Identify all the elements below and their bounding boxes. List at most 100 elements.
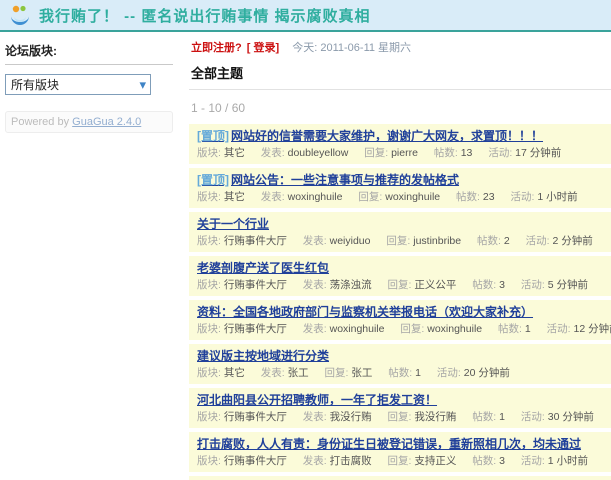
today-date: 今天: 2011-06-11 星期六	[292, 42, 411, 54]
topic-title-link[interactable]: 资料：全国各地政府部门与监察机关举报电话（欢迎大家补充）	[197, 305, 611, 319]
page-body: 论坛版块: 所有版块 ▾ Powered by GuaGua 2.4.0 立即注…	[0, 32, 611, 478]
topic-title-text: 网站好的信誉需要大家维护，谢谢广大网友，求置顶！！！	[231, 129, 543, 143]
sidebar: 论坛版块: 所有版块 ▾ Powered by GuaGua 2.4.0	[0, 32, 185, 478]
posts-label: 帖数:	[472, 455, 496, 467]
posts-label: 帖数:	[472, 411, 496, 423]
author-value: 打击腐败	[330, 455, 372, 467]
reply-value: 支持正义	[414, 455, 456, 467]
topic-title-text: 资料：全国各地政府部门与监察机关举报电话（欢迎大家补充）	[197, 305, 533, 319]
forum-select[interactable]: 所有版块 ▾	[5, 74, 151, 95]
activity-value: 5 分钟前	[548, 279, 588, 291]
reply-value: woxinghuile	[385, 191, 440, 203]
reply-label: 回复:	[388, 411, 412, 423]
activity-label: 活动:	[521, 411, 545, 423]
topic-row: 资料：全国各地政府部门与监察机关举报电话（欢迎大家补充） 版块: 行贿事件大厅 …	[189, 300, 611, 340]
reply-label: 回复:	[388, 279, 412, 291]
pagination: 1 - 10 / 60	[191, 101, 611, 115]
activity-value: 20 分钟前	[464, 367, 510, 379]
topic-title-link[interactable]: 河北曲阳县公开招聘教师，一年了拒发工资！	[197, 393, 611, 407]
reply-value: 我没行贿	[414, 411, 456, 423]
topic-row: 老婆剖腹产送了医生红包 版块: 行贿事件大厅 发表: 荡涤浊流 回复: 正义公平…	[189, 256, 611, 296]
reply-value: 正义公平	[414, 279, 456, 291]
forum-select-value: 所有版块	[11, 76, 59, 93]
activity-label: 活动:	[547, 323, 571, 335]
activity-value: 2 分钟前	[552, 235, 592, 247]
author-value: 荡涤浊流	[330, 279, 372, 291]
posts-label: 帖数:	[472, 279, 496, 291]
forum-section-title: 论坛版块:	[5, 42, 173, 65]
board-value: 其它	[224, 191, 245, 203]
topic-meta: 版块: 行贿事件大厅 发表: 打击腐败 回复: 支持正义 帖数: 3 活动: 1…	[197, 455, 611, 467]
reply-value: justinbribe	[413, 235, 461, 247]
activity-label: 活动:	[521, 455, 545, 467]
activity-value: 1 小时前	[537, 191, 577, 203]
topic-row: 建议版主按地域进行分类 版块: 其它 发表: 张工 回复: 张工 帖数: 1 活…	[189, 344, 611, 384]
board-label: 版块:	[197, 323, 221, 335]
author-value: 张工	[288, 367, 309, 379]
reply-value: pierre	[391, 147, 418, 159]
board-value: 其它	[224, 147, 245, 159]
pinned-badge: [置顶]	[197, 173, 229, 187]
board-label: 版块:	[197, 411, 221, 423]
posts-label: 帖数:	[456, 191, 480, 203]
reply-label: 回复:	[386, 235, 410, 247]
posts-label: 帖数:	[477, 235, 501, 247]
topic-title-link[interactable]: 建议版主按地域进行分类	[197, 349, 611, 363]
posts-value: 2	[504, 235, 510, 247]
topbar: 立即注册? [ 登录] 今天: 2011-06-11 星期六	[189, 36, 611, 61]
topic-meta: 版块: 行贿事件大厅 发表: woxinghuile 回复: woxinghui…	[197, 323, 611, 335]
powered-by-text: Powered by	[11, 116, 72, 128]
powered-by: Powered by GuaGua 2.4.0	[5, 111, 173, 133]
topic-title-text: 老婆剖腹产送了医生红包	[197, 261, 329, 275]
topic-title-link[interactable]: 关于一个行业	[197, 217, 611, 231]
board-value: 行贿事件大厅	[224, 455, 287, 467]
page-title: 全部主题	[189, 61, 611, 90]
main-content: 立即注册? [ 登录] 今天: 2011-06-11 星期六 全部主题 1 - …	[185, 32, 611, 478]
powered-by-link[interactable]: GuaGua 2.4.0	[72, 116, 141, 128]
author-value: doubleyellow	[288, 147, 349, 159]
topic-meta: 版块: 其它 发表: woxinghuile 回复: woxinghuile 帖…	[197, 191, 611, 203]
author-value: weiyiduo	[330, 235, 371, 247]
author-label: 发表:	[303, 235, 327, 247]
topic-title-link[interactable]: 老婆剖腹产送了医生红包	[197, 261, 611, 275]
activity-label: 活动:	[511, 191, 535, 203]
author-label: 发表:	[261, 367, 285, 379]
board-label: 版块:	[197, 279, 221, 291]
activity-value: 12 分钟前	[574, 323, 611, 335]
reply-label: 回复:	[358, 191, 382, 203]
board-value: 行贿事件大厅	[224, 411, 287, 423]
topic-row: [置顶]网站好的信誉需要大家维护，谢谢广大网友，求置顶！！！ 版块: 其它 发表…	[189, 124, 611, 164]
topic-row: 2010年3月份烟台毓璜顶医院妇产科1科张XX送红包600元 版块: 行贿事件大…	[189, 476, 611, 480]
topic-row: [置顶]网站公告：一些注意事项与推荐的发帖格式 版块: 其它 发表: woxin…	[189, 168, 611, 208]
topic-meta: 版块: 其它 发表: 张工 回复: 张工 帖数: 1 活动: 20 分钟前	[197, 367, 611, 379]
author-label: 发表:	[303, 411, 327, 423]
author-value: woxinghuile	[330, 323, 385, 335]
topic-meta: 版块: 行贿事件大厅 发表: 荡涤浊流 回复: 正义公平 帖数: 3 活动: 5…	[197, 279, 611, 291]
reply-label: 回复:	[364, 147, 388, 159]
board-value: 其它	[224, 367, 245, 379]
activity-label: 活动:	[488, 147, 512, 159]
board-value: 行贿事件大厅	[224, 323, 287, 335]
topic-title-link[interactable]: [置顶]网站公告：一些注意事项与推荐的发帖格式	[197, 173, 611, 187]
author-label: 发表:	[261, 147, 285, 159]
author-label: 发表:	[303, 279, 327, 291]
board-label: 版块:	[197, 147, 221, 159]
pinned-badge: [置顶]	[197, 129, 229, 143]
login-link[interactable]: [ 登录]	[247, 42, 279, 54]
site-header: 我行贿了！ -- 匿名说出行贿事情 揭示腐败真相	[0, 0, 611, 32]
topic-row: 打击腐败，人人有责：身份证生日被登记错误，重新照相几次，均未通过 版块: 行贿事…	[189, 432, 611, 472]
topic-row: 河北曲阳县公开招聘教师，一年了拒发工资！ 版块: 行贿事件大厅 发表: 我没行贿…	[189, 388, 611, 428]
board-value: 行贿事件大厅	[224, 235, 287, 247]
posts-label: 帖数:	[388, 367, 412, 379]
activity-value: 1 小时前	[548, 455, 588, 467]
board-label: 版块:	[197, 235, 221, 247]
topic-meta: 版块: 行贿事件大厅 发表: 我没行贿 回复: 我没行贿 帖数: 1 活动: 3…	[197, 411, 611, 423]
posts-value: 1	[499, 411, 505, 423]
board-label: 版块:	[197, 455, 221, 467]
topic-title-text: 网站公告：一些注意事项与推荐的发帖格式	[231, 173, 459, 187]
register-link[interactable]: 立即注册?	[191, 42, 242, 54]
reply-value: woxinghuile	[427, 323, 482, 335]
topic-title-link[interactable]: 打击腐败，人人有责：身份证生日被登记错误，重新照相几次，均未通过	[197, 437, 611, 451]
board-label: 版块:	[197, 367, 221, 379]
topic-title-link[interactable]: [置顶]网站好的信誉需要大家维护，谢谢广大网友，求置顶！！！	[197, 129, 611, 143]
